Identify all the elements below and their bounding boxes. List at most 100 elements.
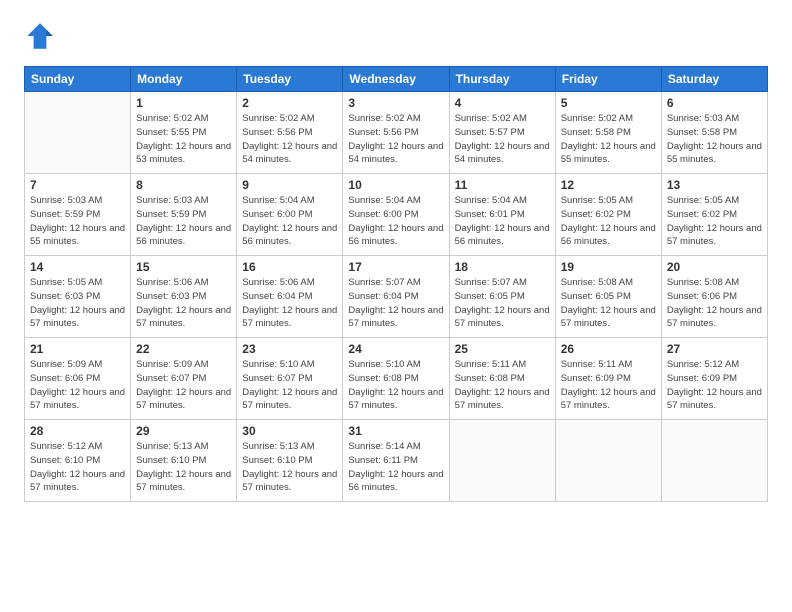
day-info: Sunrise: 5:05 AMSunset: 6:02 PMDaylight:… [561, 194, 656, 249]
day-cell: 20 Sunrise: 5:08 AMSunset: 6:06 PMDaylig… [661, 256, 767, 338]
day-info: Sunrise: 5:13 AMSunset: 6:10 PMDaylight:… [136, 440, 231, 495]
day-info: Sunrise: 5:04 AMSunset: 6:00 PMDaylight:… [242, 194, 337, 249]
day-number: 5 [561, 96, 656, 110]
day-cell [555, 420, 661, 502]
day-info: Sunrise: 5:12 AMSunset: 6:09 PMDaylight:… [667, 358, 762, 413]
day-number: 19 [561, 260, 656, 274]
day-info: Sunrise: 5:04 AMSunset: 6:00 PMDaylight:… [348, 194, 443, 249]
day-number: 16 [242, 260, 337, 274]
day-number: 24 [348, 342, 443, 356]
day-number: 17 [348, 260, 443, 274]
day-number: 29 [136, 424, 231, 438]
day-info: Sunrise: 5:02 AMSunset: 5:56 PMDaylight:… [242, 112, 337, 167]
day-cell: 17 Sunrise: 5:07 AMSunset: 6:04 PMDaylig… [343, 256, 449, 338]
day-info: Sunrise: 5:13 AMSunset: 6:10 PMDaylight:… [242, 440, 337, 495]
day-cell: 4 Sunrise: 5:02 AMSunset: 5:57 PMDayligh… [449, 92, 555, 174]
week-row-2: 7 Sunrise: 5:03 AMSunset: 5:59 PMDayligh… [25, 174, 768, 256]
day-cell: 22 Sunrise: 5:09 AMSunset: 6:07 PMDaylig… [131, 338, 237, 420]
day-cell: 21 Sunrise: 5:09 AMSunset: 6:06 PMDaylig… [25, 338, 131, 420]
day-cell: 24 Sunrise: 5:10 AMSunset: 6:08 PMDaylig… [343, 338, 449, 420]
day-cell: 8 Sunrise: 5:03 AMSunset: 5:59 PMDayligh… [131, 174, 237, 256]
week-row-3: 14 Sunrise: 5:05 AMSunset: 6:03 PMDaylig… [25, 256, 768, 338]
day-info: Sunrise: 5:14 AMSunset: 6:11 PMDaylight:… [348, 440, 443, 495]
day-cell: 23 Sunrise: 5:10 AMSunset: 6:07 PMDaylig… [237, 338, 343, 420]
header [24, 20, 768, 52]
weekday-sunday: Sunday [25, 67, 131, 92]
day-cell: 12 Sunrise: 5:05 AMSunset: 6:02 PMDaylig… [555, 174, 661, 256]
day-cell: 28 Sunrise: 5:12 AMSunset: 6:10 PMDaylig… [25, 420, 131, 502]
day-cell: 27 Sunrise: 5:12 AMSunset: 6:09 PMDaylig… [661, 338, 767, 420]
day-number: 14 [30, 260, 125, 274]
day-number: 27 [667, 342, 762, 356]
day-cell: 9 Sunrise: 5:04 AMSunset: 6:00 PMDayligh… [237, 174, 343, 256]
day-cell: 26 Sunrise: 5:11 AMSunset: 6:09 PMDaylig… [555, 338, 661, 420]
logo-icon [24, 20, 56, 52]
weekday-header-row: SundayMondayTuesdayWednesdayThursdayFrid… [25, 67, 768, 92]
weekday-friday: Friday [555, 67, 661, 92]
day-number: 1 [136, 96, 231, 110]
weekday-tuesday: Tuesday [237, 67, 343, 92]
weekday-thursday: Thursday [449, 67, 555, 92]
day-cell [449, 420, 555, 502]
day-number: 26 [561, 342, 656, 356]
day-number: 4 [455, 96, 550, 110]
day-cell: 2 Sunrise: 5:02 AMSunset: 5:56 PMDayligh… [237, 92, 343, 174]
day-info: Sunrise: 5:03 AMSunset: 5:58 PMDaylight:… [667, 112, 762, 167]
day-number: 9 [242, 178, 337, 192]
day-number: 22 [136, 342, 231, 356]
page: SundayMondayTuesdayWednesdayThursdayFrid… [0, 0, 792, 522]
day-number: 31 [348, 424, 443, 438]
day-cell: 13 Sunrise: 5:05 AMSunset: 6:02 PMDaylig… [661, 174, 767, 256]
day-cell: 14 Sunrise: 5:05 AMSunset: 6:03 PMDaylig… [25, 256, 131, 338]
day-cell: 19 Sunrise: 5:08 AMSunset: 6:05 PMDaylig… [555, 256, 661, 338]
day-info: Sunrise: 5:05 AMSunset: 6:03 PMDaylight:… [30, 276, 125, 331]
logo [24, 20, 60, 52]
day-cell [661, 420, 767, 502]
day-cell: 16 Sunrise: 5:06 AMSunset: 6:04 PMDaylig… [237, 256, 343, 338]
day-info: Sunrise: 5:07 AMSunset: 6:05 PMDaylight:… [455, 276, 550, 331]
day-number: 28 [30, 424, 125, 438]
day-number: 10 [348, 178, 443, 192]
day-info: Sunrise: 5:12 AMSunset: 6:10 PMDaylight:… [30, 440, 125, 495]
day-cell: 6 Sunrise: 5:03 AMSunset: 5:58 PMDayligh… [661, 92, 767, 174]
weekday-saturday: Saturday [661, 67, 767, 92]
day-info: Sunrise: 5:09 AMSunset: 6:07 PMDaylight:… [136, 358, 231, 413]
day-info: Sunrise: 5:06 AMSunset: 6:03 PMDaylight:… [136, 276, 231, 331]
day-number: 21 [30, 342, 125, 356]
day-cell: 25 Sunrise: 5:11 AMSunset: 6:08 PMDaylig… [449, 338, 555, 420]
day-cell: 30 Sunrise: 5:13 AMSunset: 6:10 PMDaylig… [237, 420, 343, 502]
day-number: 15 [136, 260, 231, 274]
day-info: Sunrise: 5:10 AMSunset: 6:07 PMDaylight:… [242, 358, 337, 413]
day-cell [25, 92, 131, 174]
day-number: 3 [348, 96, 443, 110]
day-info: Sunrise: 5:10 AMSunset: 6:08 PMDaylight:… [348, 358, 443, 413]
day-info: Sunrise: 5:02 AMSunset: 5:57 PMDaylight:… [455, 112, 550, 167]
day-number: 12 [561, 178, 656, 192]
calendar: SundayMondayTuesdayWednesdayThursdayFrid… [24, 66, 768, 502]
day-info: Sunrise: 5:11 AMSunset: 6:09 PMDaylight:… [561, 358, 656, 413]
day-number: 13 [667, 178, 762, 192]
day-number: 7 [30, 178, 125, 192]
day-cell: 29 Sunrise: 5:13 AMSunset: 6:10 PMDaylig… [131, 420, 237, 502]
day-info: Sunrise: 5:02 AMSunset: 5:58 PMDaylight:… [561, 112, 656, 167]
week-row-1: 1 Sunrise: 5:02 AMSunset: 5:55 PMDayligh… [25, 92, 768, 174]
day-info: Sunrise: 5:07 AMSunset: 6:04 PMDaylight:… [348, 276, 443, 331]
weekday-monday: Monday [131, 67, 237, 92]
week-row-4: 21 Sunrise: 5:09 AMSunset: 6:06 PMDaylig… [25, 338, 768, 420]
day-number: 25 [455, 342, 550, 356]
day-info: Sunrise: 5:08 AMSunset: 6:05 PMDaylight:… [561, 276, 656, 331]
day-info: Sunrise: 5:03 AMSunset: 5:59 PMDaylight:… [136, 194, 231, 249]
day-number: 18 [455, 260, 550, 274]
day-number: 11 [455, 178, 550, 192]
day-cell: 10 Sunrise: 5:04 AMSunset: 6:00 PMDaylig… [343, 174, 449, 256]
day-info: Sunrise: 5:03 AMSunset: 5:59 PMDaylight:… [30, 194, 125, 249]
day-info: Sunrise: 5:05 AMSunset: 6:02 PMDaylight:… [667, 194, 762, 249]
day-info: Sunrise: 5:08 AMSunset: 6:06 PMDaylight:… [667, 276, 762, 331]
day-info: Sunrise: 5:02 AMSunset: 5:55 PMDaylight:… [136, 112, 231, 167]
day-number: 2 [242, 96, 337, 110]
day-info: Sunrise: 5:11 AMSunset: 6:08 PMDaylight:… [455, 358, 550, 413]
day-info: Sunrise: 5:09 AMSunset: 6:06 PMDaylight:… [30, 358, 125, 413]
day-cell: 11 Sunrise: 5:04 AMSunset: 6:01 PMDaylig… [449, 174, 555, 256]
day-cell: 3 Sunrise: 5:02 AMSunset: 5:56 PMDayligh… [343, 92, 449, 174]
day-number: 23 [242, 342, 337, 356]
